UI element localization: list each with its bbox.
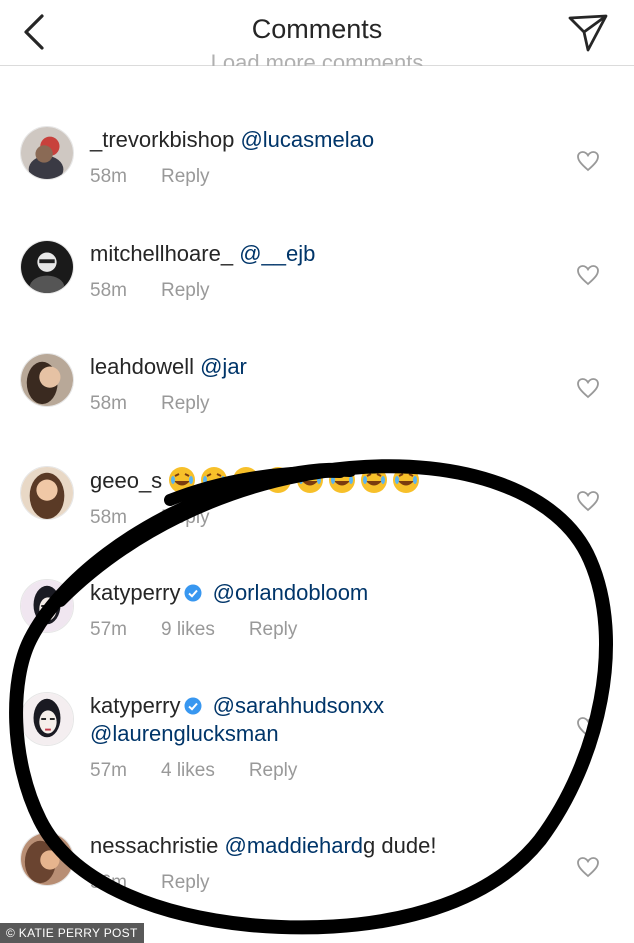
- load-more-link[interactable]: Load more comments: [0, 52, 634, 66]
- laughing-emoji-icon: [168, 467, 424, 493]
- avatar[interactable]: [20, 353, 74, 407]
- comment-mention[interactable]: @maddiehard: [225, 833, 364, 858]
- comment-username[interactable]: leahdowell: [90, 354, 194, 379]
- reply-link[interactable]: Reply: [161, 507, 210, 528]
- comment-time: 58m: [90, 280, 127, 301]
- avatar[interactable]: [20, 692, 74, 746]
- comment-mention[interactable]: @lucasmelao: [240, 127, 374, 152]
- comment-mention[interactable]: @jar: [200, 354, 247, 379]
- avatar[interactable]: [20, 832, 74, 886]
- comment-likes[interactable]: 9 likes: [161, 619, 215, 640]
- reply-link[interactable]: Reply: [161, 166, 210, 187]
- avatar[interactable]: [20, 240, 74, 294]
- comment-time: 56m: [90, 872, 127, 893]
- comment-time: 58m: [90, 166, 127, 187]
- comment-time: 58m: [90, 393, 127, 414]
- comment-text: g dude!: [363, 833, 437, 858]
- comment-time: 58m: [90, 507, 127, 528]
- heart-icon[interactable]: [576, 716, 600, 738]
- heart-icon[interactable]: [576, 377, 600, 399]
- paper-plane-icon: [568, 14, 608, 52]
- comment-time: 57m: [90, 760, 127, 781]
- comment-username[interactable]: _trevorkbishop: [90, 127, 234, 152]
- comment-username[interactable]: katyperry: [90, 693, 180, 718]
- comment-username[interactable]: geeo_s: [90, 468, 162, 493]
- photo-credit: © KATIE PERRY POST: [0, 923, 144, 943]
- reply-link[interactable]: Reply: [161, 872, 210, 893]
- verified-badge-icon: [184, 584, 202, 602]
- comment-time: 57m: [90, 619, 127, 640]
- comment-mention[interactable]: @orlandobloom: [213, 580, 369, 605]
- avatar[interactable]: [20, 579, 74, 633]
- verified-badge-icon: [184, 697, 202, 715]
- comment-username[interactable]: mitchellhoare_: [90, 241, 233, 266]
- heart-icon[interactable]: [576, 856, 600, 878]
- comment-username[interactable]: nessachristie: [90, 833, 218, 858]
- comment-mention[interactable]: @__ejb: [239, 241, 315, 266]
- heart-icon[interactable]: [576, 264, 600, 286]
- avatar[interactable]: [20, 466, 74, 520]
- heart-icon[interactable]: [576, 490, 600, 512]
- reply-link[interactable]: Reply: [161, 393, 210, 414]
- comment-mention[interactable]: @sarahhudsonxx: [213, 693, 385, 718]
- comment-likes[interactable]: 4 likes: [161, 760, 215, 781]
- comment-mention[interactable]: @laurenglucksman: [90, 721, 279, 746]
- page-title: Comments: [251, 14, 383, 44]
- heart-icon[interactable]: [576, 150, 600, 172]
- avatar[interactable]: [20, 126, 74, 180]
- share-button[interactable]: [566, 10, 610, 54]
- reply-link[interactable]: Reply: [249, 760, 298, 781]
- comment-username[interactable]: katyperry: [90, 580, 180, 605]
- reply-link[interactable]: Reply: [249, 619, 298, 640]
- reply-link[interactable]: Reply: [161, 280, 210, 301]
